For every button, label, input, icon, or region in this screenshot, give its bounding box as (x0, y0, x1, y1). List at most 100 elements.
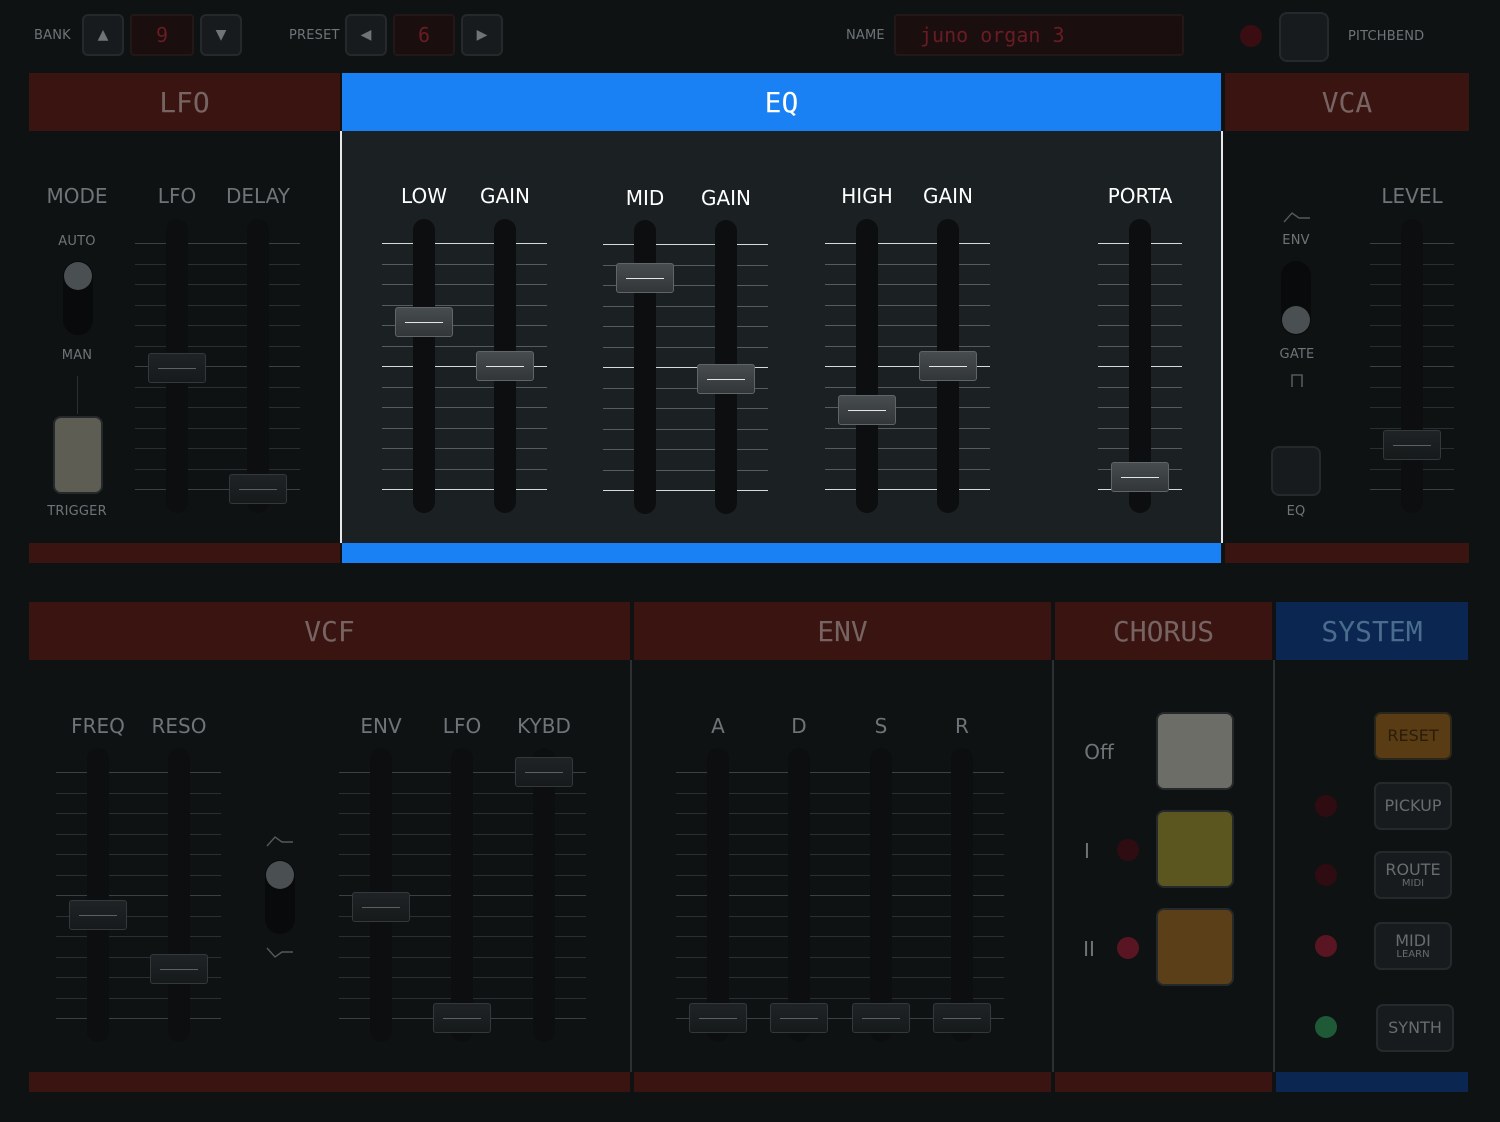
vcf-env-label: ENV (360, 714, 402, 738)
vcf-kybd-slider-thumb[interactable] (515, 757, 573, 787)
env-d-slider-track[interactable] (788, 748, 810, 1042)
chorus-two-label: II (1083, 937, 1095, 961)
vcf-filter-scale-tick (56, 813, 221, 814)
eq-high-scale-tick (825, 325, 990, 326)
vcf-reso-label: RESO (151, 714, 207, 738)
eq-mid-slider-thumb[interactable] (616, 263, 674, 293)
env-a-slider-track[interactable] (707, 748, 729, 1042)
pickup-led (1315, 795, 1337, 817)
env-r-slider-track[interactable] (951, 748, 973, 1042)
lfo-footer-bar (29, 543, 340, 563)
reset-button[interactable]: RESET (1374, 712, 1452, 760)
eq-high-label: HIGH (841, 184, 893, 208)
eq-low-gain-slider-thumb[interactable] (476, 351, 534, 381)
midi-learn-button[interactable]: MIDI LEARN (1374, 922, 1452, 970)
eq-low-slider-thumb[interactable] (395, 307, 453, 337)
lfo-trigger-button[interactable] (53, 416, 103, 494)
vcf-reso-slider-track[interactable] (168, 748, 190, 1042)
lfo-mode-label: MODE (46, 184, 108, 208)
lfo-scale-tick (135, 469, 300, 470)
vcf-freq-slider-track[interactable] (87, 748, 109, 1042)
env-r-slider-thumb[interactable] (933, 1003, 991, 1033)
eq-mid-scale-tick (603, 244, 768, 245)
chorus-system-divider (1273, 660, 1275, 1072)
bank-down-button[interactable]: ▼ (200, 14, 242, 56)
eq-header[interactable]: EQ (342, 73, 1221, 131)
chorus-off-button[interactable] (1156, 712, 1234, 790)
lfo-trigger-label: TRIGGER (47, 504, 107, 519)
lfo-mode-toggle-knob[interactable] (64, 262, 92, 290)
vca-level-slider-thumb[interactable] (1383, 430, 1441, 460)
patch-name-field[interactable]: juno organ 3 (894, 14, 1184, 56)
chorus-off-label: Off (1084, 740, 1114, 764)
eq-low-scale-tick (382, 243, 547, 244)
system-header[interactable]: SYSTEM (1276, 602, 1468, 660)
synth-button[interactable]: SYNTH (1376, 1004, 1454, 1052)
env-s-slider-track[interactable] (870, 748, 892, 1042)
vcf-lfo-slider-thumb[interactable] (433, 1003, 491, 1033)
route-midi-button[interactable]: ROUTE MIDI (1374, 851, 1452, 899)
lfo-header[interactable]: LFO (29, 73, 340, 131)
chorus-one-button[interactable] (1156, 810, 1234, 888)
eq-high-scale-tick (825, 489, 990, 490)
chorus-header[interactable]: CHORUS (1055, 602, 1272, 660)
vca-level-slider-track[interactable] (1401, 219, 1423, 513)
chorus-two-button[interactable] (1156, 908, 1234, 986)
vcf-env-polarity-toggle[interactable] (265, 860, 295, 934)
vcf-env-slider-thumb[interactable] (352, 892, 410, 922)
chorus-footer-bar (1055, 1072, 1272, 1092)
vcf-kybd-slider-track[interactable] (533, 748, 555, 1042)
eq-low-slider-track[interactable] (413, 219, 435, 513)
vca-mode-toggle[interactable] (1281, 261, 1311, 335)
vcf-header[interactable]: VCF (29, 602, 630, 660)
pitchbend-label: PITCHBEND (1348, 29, 1425, 44)
eq-low-scale-tick (382, 305, 547, 306)
eq-low-scale-tick (382, 469, 547, 470)
gate-shape-icon (1291, 374, 1303, 387)
vcf-reso-slider-thumb[interactable] (150, 954, 208, 984)
lfo-delay-slider-track[interactable] (247, 219, 269, 513)
pitchbend-button[interactable] (1279, 12, 1329, 62)
vca-eq-button[interactable] (1271, 446, 1321, 496)
lfo-delay-label: DELAY (226, 184, 290, 208)
eq-mid-scale-tick (603, 429, 768, 430)
synth-label: SYNTH (1388, 1018, 1442, 1037)
bank-display: 9 (130, 14, 194, 56)
vcf-freq-label: FREQ (71, 714, 125, 738)
lfo-scale-tick (135, 325, 300, 326)
lfo-delay-slider-thumb[interactable] (229, 474, 287, 504)
eq-mid-gain-slider-thumb[interactable] (697, 364, 755, 394)
eq-mid-scale-tick (603, 470, 768, 471)
vcf-freq-slider-thumb[interactable] (69, 900, 127, 930)
lfo-mode-toggle[interactable] (63, 261, 93, 335)
eq-low-scale-tick (382, 407, 547, 408)
eq-porta-label: PORTA (1107, 184, 1173, 208)
eq-porta-slider-thumb[interactable] (1111, 462, 1169, 492)
lfo-rate-slider-thumb[interactable] (148, 353, 206, 383)
eq-high-slider-thumb[interactable] (838, 395, 896, 425)
pickup-button[interactable]: PICKUP (1374, 782, 1452, 830)
bank-up-button[interactable]: ▲ (82, 14, 124, 56)
route-sub-label: MIDI (1401, 877, 1425, 889)
eq-high-scale-tick (825, 428, 990, 429)
eq-high-slider-track[interactable] (856, 219, 878, 513)
vca-mode-toggle-knob[interactable] (1282, 306, 1310, 334)
vcf-lfo-slider-track[interactable] (451, 748, 473, 1042)
env-s-slider-thumb[interactable] (852, 1003, 910, 1033)
eq-high-scale-tick (825, 264, 990, 265)
eq-high-gain-slider-thumb[interactable] (919, 351, 977, 381)
eq-mid-gain-label: GAIN (700, 186, 752, 210)
preset-display: 6 (393, 14, 455, 56)
preset-prev-button[interactable]: ◀ (345, 14, 387, 56)
eq-high-gain-label: GAIN (922, 184, 974, 208)
env-a-label: A (711, 714, 725, 738)
synth-led (1315, 1016, 1337, 1038)
preset-next-button[interactable]: ▶ (461, 14, 503, 56)
env-header[interactable]: ENV (634, 602, 1051, 660)
env-d-label: D (791, 714, 807, 738)
env-d-slider-thumb[interactable] (770, 1003, 828, 1033)
env-a-slider-thumb[interactable] (689, 1003, 747, 1033)
vca-header[interactable]: VCA (1225, 73, 1469, 131)
eq-low-scale-tick (382, 428, 547, 429)
vcf-env-polarity-knob[interactable] (266, 861, 294, 889)
